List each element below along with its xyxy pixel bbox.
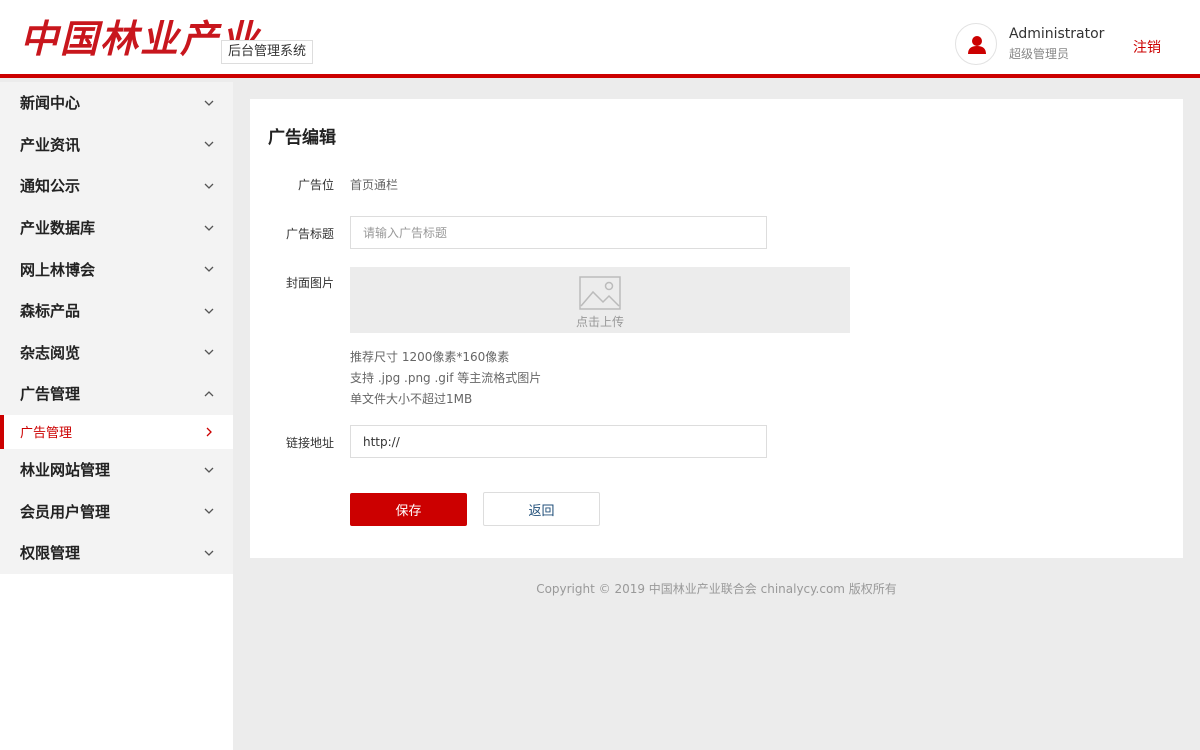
- position-value: 首页通栏: [350, 178, 399, 192]
- chevron-right-icon: [206, 427, 212, 437]
- chevron-up-icon: [204, 391, 214, 397]
- user-avatar[interactable]: [955, 23, 997, 65]
- chevron-down-icon: [204, 508, 214, 515]
- sidebar-item-forestry-sites[interactable]: 林业网站管理: [0, 448, 233, 491]
- sidebar-item-label: 产业资讯: [20, 135, 81, 154]
- sidebar-item-label: 会员用户管理: [20, 502, 111, 521]
- chevron-down-icon: [204, 225, 214, 231]
- chevron-down-icon: [204, 308, 214, 314]
- title-label: 广告标题: [285, 227, 334, 241]
- sidebar-item-label: 产业数据库: [20, 219, 96, 238]
- sidebar-item-label: 森标产品: [20, 302, 81, 321]
- chevron-down-icon: [204, 349, 214, 356]
- sidebar-item-label: 通知公示: [20, 177, 81, 196]
- user-name: Administrator: [1009, 26, 1105, 42]
- system-tag: 后台管理系统: [221, 40, 314, 64]
- chevron-down-icon: [204, 183, 214, 189]
- save-button[interactable]: 保存: [350, 493, 467, 526]
- sidebar-nav: 新闻中心 产业资讯 通知公示 产业数据库 网上林博会 森标产品 杂志阅览 广告管…: [0, 82, 233, 750]
- sidebar-item-industry-info[interactable]: 产业资讯: [0, 123, 233, 166]
- chevron-down-icon: [204, 100, 214, 106]
- user-icon: [968, 36, 986, 54]
- chevron-down-icon: [204, 141, 214, 148]
- sidebar-item-label: 林业网站管理: [20, 461, 111, 480]
- sidebar-item-label: 广告管理: [20, 385, 81, 404]
- sidebar-item-ads[interactable]: 广告管理: [0, 373, 233, 415]
- sidebar-item-label: 新闻中心: [20, 94, 81, 113]
- sidebar-item-label: 网上林博会: [20, 260, 96, 279]
- link-input[interactable]: [350, 425, 767, 458]
- sidebar-subitem-ads-manage[interactable]: 广告管理: [0, 414, 233, 449]
- sidebar-item-forest-products[interactable]: 森标产品: [0, 289, 233, 332]
- copyright-footer: Copyright © 2019 中国林业产业联合会 chinalycy.com…: [536, 582, 897, 596]
- page-title: 广告编辑: [268, 128, 336, 148]
- image-placeholder-icon: [579, 276, 621, 310]
- cover-upload-area[interactable]: 点击上传: [350, 267, 850, 333]
- top-header: 中国林业产业 后台管理系统 Administrator 超级管理员 注销: [0, 0, 1200, 78]
- back-button[interactable]: 返回: [483, 492, 600, 526]
- title-input[interactable]: [350, 216, 767, 249]
- upload-text: 点击上传: [575, 315, 624, 329]
- chevron-down-icon: [204, 550, 214, 556]
- sidebar-item-online-expo[interactable]: 网上林博会: [0, 248, 233, 290]
- logout-link[interactable]: 注销: [1133, 37, 1161, 57]
- chevron-down-icon: [204, 266, 214, 273]
- cover-label: 封面图片: [285, 276, 334, 290]
- sidebar-item-permissions[interactable]: 权限管理: [0, 531, 233, 574]
- sidebar-item-members[interactable]: 会员用户管理: [0, 490, 233, 532]
- sidebar-item-news[interactable]: 新闻中心: [0, 82, 233, 124]
- ad-edit-card: 广告编辑 广告位 首页通栏 广告标题 封面图片 点击上传 推荐尺寸 1200像素…: [250, 99, 1183, 558]
- sidebar-item-database[interactable]: 产业数据库: [0, 206, 233, 249]
- upload-hint-filesize: 单文件大小不超过1MB: [350, 392, 473, 406]
- sidebar-item-magazine[interactable]: 杂志阅览: [0, 331, 233, 374]
- chevron-down-icon: [204, 467, 214, 473]
- upload-hint-format: 支持 .jpg .png .gif 等主流格式图片: [350, 371, 542, 385]
- link-label: 链接地址: [285, 436, 334, 450]
- upload-hint-size: 推荐尺寸 1200像素*160像素: [350, 350, 510, 364]
- sidebar-item-label: 权限管理: [20, 544, 81, 563]
- user-role: 超级管理员: [1009, 47, 1070, 61]
- sidebar-item-notices[interactable]: 通知公示: [0, 165, 233, 207]
- sidebar-subitem-label: 广告管理: [20, 426, 73, 442]
- sidebar-item-label: 杂志阅览: [20, 343, 81, 362]
- position-label: 广告位: [297, 178, 334, 192]
